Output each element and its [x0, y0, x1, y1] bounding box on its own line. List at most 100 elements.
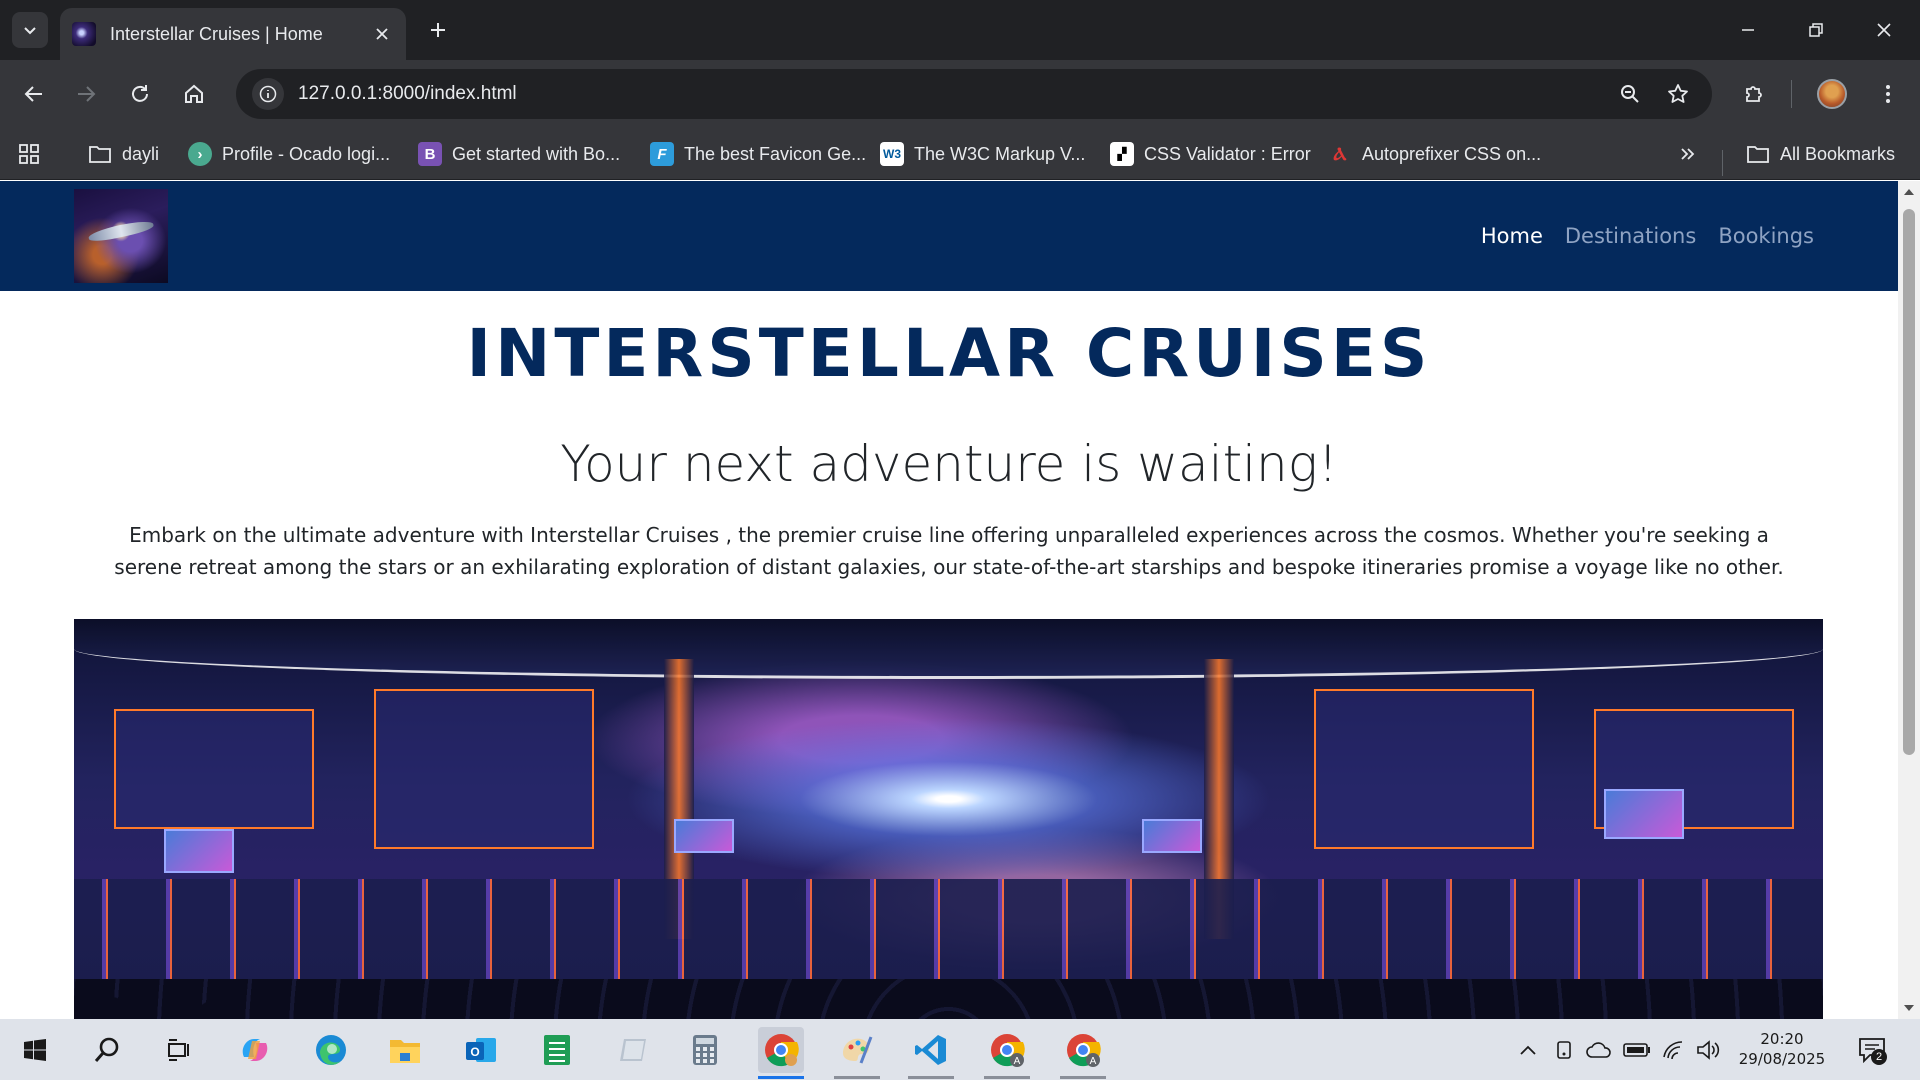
- hero-screen: [1142, 819, 1202, 853]
- page-scrollbar[interactable]: [1898, 181, 1920, 1019]
- intro-paragraph: Embark on the ultimate adventure with In…: [114, 523, 1784, 579]
- nav-link-bookings[interactable]: Bookings: [1718, 224, 1814, 248]
- paint-button[interactable]: [834, 1027, 880, 1079]
- tab-search-button[interactable]: [12, 12, 48, 48]
- nav-link-home[interactable]: Home: [1481, 224, 1543, 248]
- reload-button[interactable]: [120, 74, 160, 114]
- hero-wall-panel: [374, 689, 594, 849]
- extensions-button[interactable]: [1734, 74, 1774, 114]
- bookmark-autoprefixer[interactable]: Ⲁ Autoprefixer CSS on...: [1328, 138, 1542, 170]
- address-bar[interactable]: 127.0.0.1:8000/index.html: [236, 69, 1712, 119]
- tray-overflow-button[interactable]: [1516, 1037, 1540, 1063]
- browser-tabstrip: Interstellar Cruises | Home: [0, 0, 1920, 60]
- battery-button[interactable]: [1622, 1037, 1652, 1063]
- bookmark-favicon-generator[interactable]: F The best Favicon Ge...: [650, 138, 866, 170]
- device-icon: [1557, 1041, 1571, 1059]
- calculator-button[interactable]: [682, 1027, 728, 1073]
- svg-text:O: O: [470, 1045, 479, 1059]
- vscode-icon: [915, 1035, 946, 1065]
- bookmark-label: Profile - Ocado logi...: [222, 143, 391, 164]
- open-app-indicator: [1060, 1076, 1106, 1079]
- task-view-icon: [168, 1039, 189, 1061]
- scroll-down-arrow-icon[interactable]: [1902, 1001, 1916, 1015]
- menu-button[interactable]: [1868, 74, 1908, 114]
- volume-button[interactable]: [1694, 1037, 1722, 1063]
- outlook-button[interactable]: O: [458, 1027, 504, 1073]
- apps-button[interactable]: [18, 138, 40, 170]
- app-button[interactable]: [610, 1027, 656, 1073]
- open-app-indicator: [908, 1076, 954, 1079]
- clock-date: 29/08/2025: [1738, 1050, 1826, 1068]
- onedrive-button[interactable]: [1584, 1037, 1614, 1063]
- arrow-left-icon: [24, 86, 42, 102]
- sheets-button[interactable]: [534, 1027, 580, 1073]
- url-text[interactable]: 127.0.0.1:8000/index.html: [298, 83, 1600, 105]
- task-view-button[interactable]: [156, 1027, 202, 1073]
- tab-close-button[interactable]: [370, 22, 394, 46]
- search-icon: [94, 1037, 119, 1062]
- galaxy-favicon-icon: [72, 22, 96, 46]
- battery-icon: [1623, 1043, 1650, 1057]
- chrome-button[interactable]: [758, 1027, 804, 1079]
- css-validator-icon: ▞: [1110, 142, 1134, 166]
- site-logo[interactable]: [74, 189, 168, 283]
- bookmark-w3c[interactable]: W3 The W3C Markup V...: [880, 138, 1085, 170]
- bookmarks-bar: dayli › Profile - Ocado logi... B Get st…: [0, 128, 1920, 180]
- all-bookmarks-button[interactable]: All Bookmarks: [1746, 138, 1895, 170]
- chrome-profile-a2-icon: A: [1067, 1034, 1101, 1067]
- scrollbar-thumb[interactable]: [1903, 209, 1915, 755]
- minimize-button[interactable]: [1722, 8, 1774, 52]
- brand-heading: INTERSTELLAR CRUISES: [466, 315, 1432, 392]
- cloud-icon: [1586, 1042, 1611, 1058]
- clock[interactable]: 20:20 29/08/2025: [1734, 1029, 1830, 1069]
- active-app-indicator: [758, 1076, 804, 1079]
- copilot-button[interactable]: [232, 1027, 278, 1073]
- file-explorer-button[interactable]: [382, 1027, 428, 1073]
- chrome-profile-a-button[interactable]: A: [984, 1027, 1030, 1079]
- chrome-profile-a2-button[interactable]: A: [1060, 1027, 1106, 1079]
- vscode-button[interactable]: [908, 1027, 954, 1079]
- bootstrap-icon: B: [418, 142, 442, 166]
- tray-app-button[interactable]: [1552, 1037, 1576, 1063]
- info-icon: [259, 85, 277, 103]
- search-button[interactable]: [84, 1027, 130, 1073]
- bookmark-bootstrap[interactable]: B Get started with Bo...: [418, 138, 620, 170]
- chrome-profile-a-icon: A: [991, 1034, 1025, 1067]
- apps-grid-icon: [19, 144, 39, 164]
- new-tab-button[interactable]: [420, 12, 456, 48]
- bookmarks-overflow-button[interactable]: [1678, 138, 1696, 170]
- chevron-up-icon: [1520, 1045, 1536, 1055]
- bookmark-css-validator[interactable]: ▞ CSS Validator : Error: [1110, 138, 1311, 170]
- copilot-icon: [242, 1039, 268, 1061]
- scroll-up-arrow-icon[interactable]: [1902, 185, 1916, 199]
- forward-button[interactable]: [66, 74, 106, 114]
- notification-center-button[interactable]: 2: [1855, 1033, 1889, 1067]
- home-button[interactable]: [174, 74, 214, 114]
- close-window-button[interactable]: [1858, 8, 1910, 52]
- bookmark-dayli[interactable]: dayli: [88, 138, 159, 170]
- reload-icon: [132, 85, 148, 102]
- hero-ceiling-arch: [74, 619, 1823, 679]
- bookmark-ocado[interactable]: › Profile - Ocado logi...: [188, 138, 390, 170]
- open-app-indicator: [984, 1076, 1030, 1079]
- browser-tab[interactable]: Interstellar Cruises | Home: [60, 8, 406, 60]
- folder-icon: [1746, 142, 1770, 166]
- restore-button[interactable]: [1790, 8, 1842, 52]
- start-button[interactable]: [12, 1027, 58, 1073]
- zoom-button[interactable]: [1612, 76, 1648, 112]
- network-button[interactable]: [1660, 1037, 1688, 1063]
- browser-toolbar: 127.0.0.1:8000/index.html: [0, 60, 1920, 128]
- back-button[interactable]: [14, 74, 54, 114]
- site-navbar: Home Destinations Bookings: [0, 181, 1898, 291]
- edge-button[interactable]: [308, 1027, 354, 1073]
- ocado-icon: ›: [188, 142, 212, 166]
- close-icon: [376, 28, 388, 40]
- bookmark-label: dayli: [122, 143, 160, 164]
- bookmark-label: The best Favicon Ge...: [684, 143, 867, 164]
- profile-button[interactable]: [1812, 74, 1852, 114]
- site-info-button[interactable]: [252, 78, 284, 110]
- puzzle-icon: [1746, 86, 1762, 102]
- nav-link-destinations[interactable]: Destinations: [1565, 224, 1696, 248]
- app-icon: [620, 1039, 646, 1061]
- bookmark-star-button[interactable]: [1660, 76, 1696, 112]
